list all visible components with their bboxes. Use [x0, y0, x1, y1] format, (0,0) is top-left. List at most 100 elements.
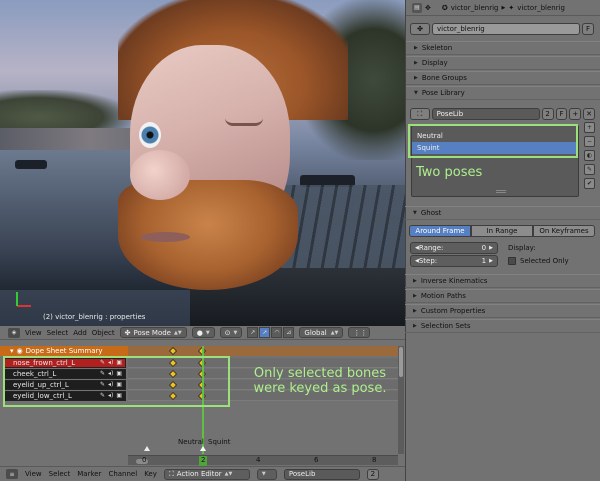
collapsed-triangle-icon: ▶ [414, 60, 418, 66]
translate-icon[interactable]: ➚ [259, 327, 271, 338]
manipulator-toggle-icon[interactable]: ↗ [247, 327, 259, 338]
marker-triangle-icon[interactable] [144, 446, 150, 451]
shading-dropdown[interactable]: ● ▼ [191, 327, 215, 338]
editor-type-dopesheet-icon[interactable]: ≡ [6, 469, 18, 479]
character-eye-open[interactable] [139, 122, 161, 148]
pivot-dropdown[interactable]: ⊙ ▼ [219, 327, 243, 338]
3d-viewport[interactable]: (2) victor_blenrig : properties [0, 0, 405, 326]
menu-object[interactable]: Object [92, 327, 115, 338]
editor-type-3d-icon[interactable]: ◈ [8, 327, 20, 338]
ghost-range-field[interactable]: ◀ Range: 0 ▶ [410, 242, 498, 254]
marker-triangle-icon[interactable] [200, 446, 206, 451]
ghost-step-field[interactable]: ◀ Step: 1 ▶ [410, 255, 498, 267]
remove-pose-icon[interactable]: − [584, 136, 595, 147]
list-resize-grip[interactable] [496, 190, 506, 193]
breadcrumb-data[interactable]: victor_blenrig [517, 4, 565, 12]
breadcrumb-separator-icon: ▶ [501, 4, 506, 11]
expand-triangle-icon[interactable]: ▾ [10, 347, 14, 355]
menu-view[interactable]: View [25, 327, 42, 338]
mode-dropdown[interactable]: ✤ Pose Mode ▲▼ [119, 327, 187, 338]
fake-user-button[interactable]: F [582, 23, 594, 35]
viewport-object-label: (2) victor_blenrig : properties [43, 313, 146, 321]
right-arrow-icon: ▶ [489, 258, 493, 264]
sanitize-icon[interactable]: ✔ [584, 178, 595, 189]
poselib-name-field[interactable]: PoseLib [431, 108, 540, 120]
poselib-unlink-icon[interactable]: ✕ [583, 108, 595, 120]
menu-add[interactable]: Add [73, 327, 87, 338]
editor-type-properties-icon[interactable]: ▤ [412, 2, 422, 13]
action-name-field[interactable]: PoseLib [283, 468, 360, 480]
chevron-down-icon: ▲▼ [174, 329, 182, 336]
pivot-icon: ⊙ [224, 328, 231, 337]
breadcrumb-object[interactable]: victor_blenrig [451, 4, 499, 12]
chevron-down-icon: ▼ [233, 329, 238, 336]
collapsed-triangle-icon: ▶ [413, 293, 417, 299]
pin-icon[interactable]: ✥ [425, 4, 431, 12]
collapsed-triangle-icon: ▶ [413, 308, 417, 314]
dope-sheet-summary-label[interactable]: ▾ ◉ Dope Sheet Summary [10, 346, 103, 356]
menu-select[interactable]: Select [49, 469, 71, 480]
annotation-box-bones [3, 356, 230, 407]
vertical-scrollbar[interactable] [398, 346, 404, 454]
action-users-count[interactable]: 2 [366, 468, 379, 480]
chevron-down-icon: ▲▼ [224, 471, 233, 477]
panel-ghost[interactable]: ▼ Ghost [405, 206, 600, 220]
orientation-dropdown[interactable]: Global ▲▼ [299, 327, 344, 338]
annotation-poses-text: Two poses [416, 165, 483, 180]
current-frame-indicator[interactable]: 2 [199, 456, 208, 466]
action-browse-icon[interactable]: ⛶ [410, 108, 430, 120]
pose-mode-icon: ✤ [124, 328, 131, 337]
apply-pose-icon[interactable]: ◐ [584, 150, 595, 161]
add-pose-icon[interactable]: + [584, 122, 595, 133]
poselib-fake-user-button[interactable]: F [555, 108, 568, 120]
panel-inverse-kinematics[interactable]: ▶ Inverse Kinematics [405, 274, 600, 288]
ghost-on-keyframes-button[interactable]: On Keyframes [533, 225, 595, 237]
armature-data-icon: ✦ [508, 3, 515, 12]
armature-browse-icon[interactable]: ✤ [410, 23, 430, 35]
menu-marker[interactable]: Marker [77, 469, 101, 480]
armature-name-field[interactable]: victor_blenrig [432, 23, 580, 35]
annotation-bones-text: Only selected bones were keyed as pose. [253, 366, 387, 396]
ghost-around-frame-button[interactable]: Around Frame [409, 225, 471, 237]
expanded-triangle-icon: ▼ [414, 90, 418, 96]
character-mouth [140, 232, 190, 242]
chevron-down-icon: ▼ [205, 329, 210, 336]
filter-icon: ◉ [16, 347, 23, 355]
panel-bone-groups[interactable]: ▶ Bone Groups [406, 71, 600, 85]
panel-custom-properties[interactable]: ▶ Custom Properties [405, 304, 600, 318]
poselib-new-icon[interactable]: + [569, 108, 582, 120]
collapsed-triangle-icon: ▶ [414, 75, 418, 81]
menu-channel[interactable]: Channel [108, 469, 137, 480]
character-nose[interactable] [130, 150, 190, 200]
annotation-box-poses [408, 124, 578, 158]
action-browse-dropdown[interactable]: ▼ [256, 468, 277, 480]
panel-selection-sets[interactable]: ▶ Selection Sets [405, 319, 600, 333]
panel-motion-paths[interactable]: ▶ Motion Paths [405, 289, 600, 303]
poselib-users-count[interactable]: 2 [541, 108, 554, 120]
checkbox-box[interactable] [508, 257, 516, 265]
frame-ruler[interactable]: 0 2 4 6 8 [128, 455, 398, 466]
layers-icon[interactable]: ⋮⋮ [348, 327, 371, 338]
marker-neutral[interactable]: Neutral [178, 438, 204, 446]
menu-view[interactable]: View [25, 469, 42, 480]
panel-display[interactable]: ▶ Display [406, 56, 600, 70]
dope-sheet-editor[interactable]: ▾ ◉ Dope Sheet Summary nose_frown_ctrl_L… [0, 341, 405, 466]
pose-list-side-buttons: + − ◐ ✎ ✔ [584, 122, 596, 189]
marker-squint[interactable]: Squint [208, 438, 230, 446]
character-eye-squint[interactable] [225, 118, 263, 126]
panel-pose-library[interactable]: ▼ Pose Library [406, 86, 600, 100]
poselib-datablock-row: ⛶ PoseLib 2 F + ✕ [410, 108, 595, 120]
viewport-header: ◈ View Select Add Object ✤ Pose Mode ▲▼ … [0, 326, 405, 340]
panel-skeleton[interactable]: ▶ Skeleton [406, 41, 600, 55]
ruler-tick: 8 [372, 456, 377, 464]
editor-mode-dropdown[interactable]: ⛶ Action Editor ▲▼ [163, 468, 250, 480]
dope-sheet-header: ≡ View Select Marker Channel Key ⛶ Actio… [0, 466, 405, 481]
ghost-in-range-button[interactable]: In Range [471, 225, 533, 237]
collapsed-triangle-icon: ▶ [413, 323, 417, 329]
rename-pose-icon[interactable]: ✎ [584, 164, 595, 175]
menu-select[interactable]: Select [47, 327, 69, 338]
ghost-selected-only-checkbox[interactable]: Selected Only [508, 257, 569, 265]
rotate-icon[interactable]: ◠ [271, 327, 283, 338]
menu-key[interactable]: Key [144, 469, 157, 480]
scale-icon[interactable]: ⊿ [283, 327, 295, 338]
